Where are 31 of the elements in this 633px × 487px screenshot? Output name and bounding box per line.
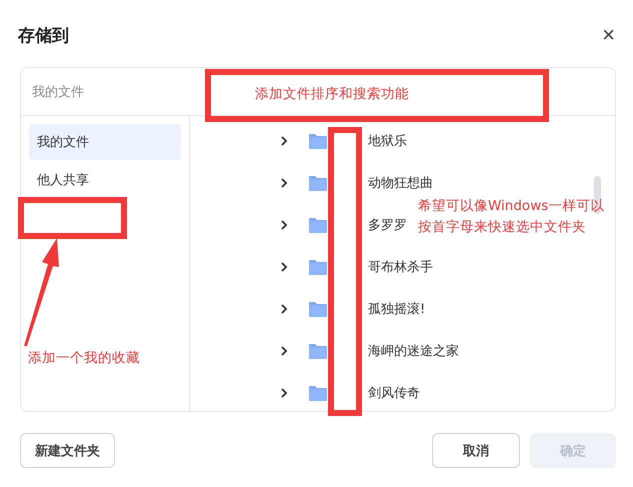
sidebar-item[interactable]: 我的文件 — [29, 124, 181, 160]
chevron-icon[interactable] — [280, 177, 288, 189]
annotation-note: 添加文件排序和搜索功能 — [255, 85, 409, 104]
cancel-button[interactable]: 取消 — [432, 433, 520, 468]
chevron-icon[interactable] — [280, 387, 288, 399]
folder-name[interactable]: 地狱乐 — [368, 132, 407, 150]
folder-icon — [309, 217, 327, 233]
folder-name[interactable]: 孤独摇滚! — [368, 300, 426, 318]
breadcrumb: 我的文件 — [32, 84, 84, 100]
chevron-icon[interactable] — [280, 261, 288, 273]
dialog-title: 存储到 — [18, 24, 69, 46]
folder-name[interactable]: 剑风传奇 — [368, 384, 420, 402]
folder-icon — [309, 343, 327, 359]
close-button[interactable]: × — [602, 24, 615, 46]
folder-icon — [309, 175, 327, 191]
annotation-note: 添加一个我的收藏 — [28, 349, 140, 368]
chevron-icon[interactable] — [280, 345, 288, 357]
folder-icon — [309, 259, 327, 275]
folder-icon — [309, 301, 327, 317]
folder-name[interactable]: 多罗罗 — [368, 216, 407, 234]
folder-name[interactable]: 海岬的迷途之家 — [368, 342, 459, 360]
annotation-note: 希望可以像Windows一样可以按首字母来快速选中文件夹 — [418, 197, 606, 237]
chevron-icon[interactable] — [280, 135, 288, 147]
new-folder-button[interactable]: 新建文件夹 — [20, 433, 115, 468]
folder-name[interactable]: 哥布林杀手 — [368, 258, 433, 276]
folder-icon — [309, 385, 327, 401]
folder-icon — [309, 133, 327, 149]
sidebar-item[interactable]: 他人共享 — [29, 162, 181, 198]
chevron-icon[interactable] — [280, 303, 288, 315]
chevron-icon[interactable] — [280, 219, 288, 231]
folder-name[interactable]: 动物狂想曲 — [368, 174, 433, 192]
